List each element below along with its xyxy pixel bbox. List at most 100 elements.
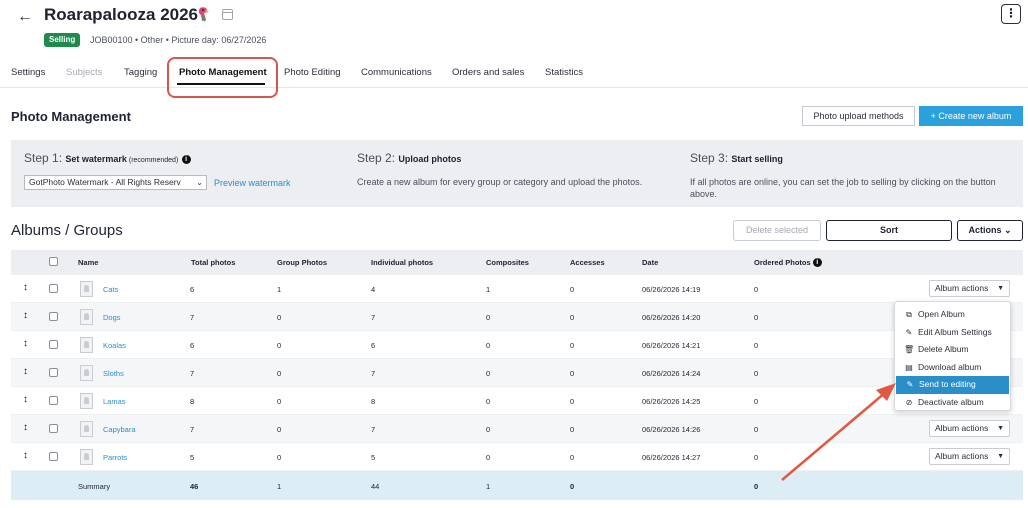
albums-title: Albums / Groups [11,222,123,239]
cell-total: 6 [190,341,195,350]
calendar-icon[interactable] [222,9,233,20]
col-ordered-photos-label: Ordered Photos [754,258,811,267]
drag-handle-icon[interactable]: ↕ [23,338,28,349]
delete-selected-button[interactable]: Delete selected [733,220,821,241]
album-actions-label: Album actions [935,283,989,293]
cell-group: 0 [277,453,282,462]
menu-item-edit-album-settings[interactable]: ✎ Edit Album Settings [895,324,1010,342]
album-name-link[interactable]: Lamas [103,397,126,406]
menu-item-delete-album[interactable]: 🗑 Delete Album [895,341,1010,359]
watermark-select[interactable]: GotPhoto Watermark - All Rights Reserv ⌄ [24,175,207,190]
cell-individual: 7 [371,369,376,378]
row-checkbox[interactable] [49,396,58,405]
col-ordered-photos: Ordered Photos i [754,258,822,267]
row-checkbox[interactable] [49,284,58,293]
cell-ordered: 0 [754,453,759,462]
info-icon[interactable]: i [812,258,822,267]
summary-total: 46 [190,482,199,491]
parrot-icon [198,7,209,22]
sort-button[interactable]: Sort [826,220,952,241]
watermark-select-value: GotPhoto Watermark - All Rights Reserv [29,177,181,187]
menu-item-label: Deactivate album [918,396,984,407]
annotation-highlight-box [167,57,278,98]
album-name-link[interactable]: Parrots [103,453,127,462]
chevron-down-icon: ⌄ [196,178,203,187]
menu-item-download-album[interactable]: ▤ Download album [895,359,1010,377]
drag-handle-icon[interactable]: ↕ [23,310,28,321]
cell-total: 6 [190,285,195,294]
col-individual-photos: Individual photos [371,258,434,267]
photo-upload-methods-button[interactable]: Photo upload methods [802,106,915,126]
create-new-album-button[interactable]: + Create new album [919,106,1023,126]
row-checkbox[interactable] [49,452,58,461]
menu-item-open-album[interactable]: ⧉ Open Album [895,306,1010,324]
album-name-link[interactable]: Capybara [103,425,136,434]
row-checkbox[interactable] [49,368,58,377]
cell-group: 0 [277,369,282,378]
album-thumbnail [80,365,93,381]
col-date: Date [642,258,659,267]
drag-handle-icon[interactable]: ↕ [23,450,28,461]
menu-item-send-to-editing[interactable]: ✎ Send to editing [896,376,1009,394]
tab-subjects[interactable]: Subjects [66,67,102,78]
step3-title: Step 3: Start selling [690,151,783,165]
cell-date: 06/26/2026 14:25 [642,397,701,406]
cell-group: 0 [277,397,282,406]
tab-tagging[interactable]: Tagging [124,67,157,78]
tab-statistics[interactable]: Statistics [545,67,583,78]
cell-date: 06/26/2026 14:19 [642,285,701,294]
table-header: Name Total photos Group Photos Individua… [11,250,1023,275]
cell-ordered: 0 [754,425,759,434]
col-name: Name [78,258,99,267]
summary-label: Summary [78,482,111,491]
preview-watermark-link[interactable]: Preview watermark [214,178,291,188]
info-icon[interactable]: i [181,155,191,164]
album-thumbnail [80,337,93,353]
summary-group: 1 [277,482,282,491]
cell-total: 5 [190,453,195,462]
back-arrow-icon[interactable]: ← [17,8,33,26]
tab-photo-editing[interactable]: Photo Editing [284,67,341,78]
album-name-link[interactable]: Cats [103,285,118,294]
cell-total: 8 [190,397,195,406]
cell-accesses: 0 [570,285,575,294]
job-meta: JOB00100 • Other • Picture day: 06/27/20… [90,35,267,45]
table-body: ↕ Cats 6 1 4 1 0 06/26/2026 14:19 0 Album actions… [11,275,1023,471]
table-row: ↕ Capybara 7 0 7 0 0 06/26/2026 14:26 0 Album act… [11,415,1023,443]
album-name-link[interactable]: Dogs [103,313,121,322]
drag-handle-icon[interactable]: ↕ [23,282,28,293]
album-name-link[interactable]: Sloths [103,369,124,378]
row-checkbox[interactable] [49,424,58,433]
album-actions-label: Album actions [935,423,989,433]
tab-orders-and-sales[interactable]: Orders and sales [452,67,524,78]
album-actions-button[interactable]: Album actions ▼ [929,420,1010,437]
row-checkbox[interactable] [49,312,58,321]
drag-handle-icon[interactable]: ↕ [23,394,28,405]
actions-button[interactable]: Actions ⌄ [957,220,1023,241]
actions-label: Actions [968,225,1002,235]
drag-handle-icon[interactable]: ↕ [23,366,28,377]
album-name-link[interactable]: Koalas [103,341,126,350]
step1-note: (recommended) [126,157,179,164]
tab-bar: Settings Subjects Tagging Photo Manageme… [0,62,1028,88]
cell-date: 06/26/2026 14:24 [642,369,701,378]
summary-composites: 1 [486,482,491,491]
cell-composites: 1 [486,285,491,294]
cell-accesses: 0 [570,369,575,378]
step3-description: If all photos are online, you can set th… [690,177,996,199]
tab-settings[interactable]: Settings [11,67,45,78]
tab-communications[interactable]: Communications [361,67,432,78]
album-thumbnail [80,421,93,437]
step3-prefix: Step 3: [690,151,732,165]
album-thumbnail [80,449,93,465]
more-options-button[interactable]: ⋮ [1001,4,1021,24]
row-checkbox[interactable] [49,340,58,349]
cell-composites: 0 [486,453,491,462]
album-actions-button[interactable]: Album actions ▼ [929,448,1010,465]
album-actions-button[interactable]: Album actions ▼ [929,280,1010,297]
menu-item-deactivate-album[interactable]: ⊘ Deactivate album [895,394,1010,412]
menu-item-label: Open Album [918,309,965,319]
albums-table: Name Total photos Group Photos Individua… [11,250,1023,500]
drag-handle-icon[interactable]: ↕ [23,422,28,433]
select-all-checkbox[interactable] [49,257,58,266]
